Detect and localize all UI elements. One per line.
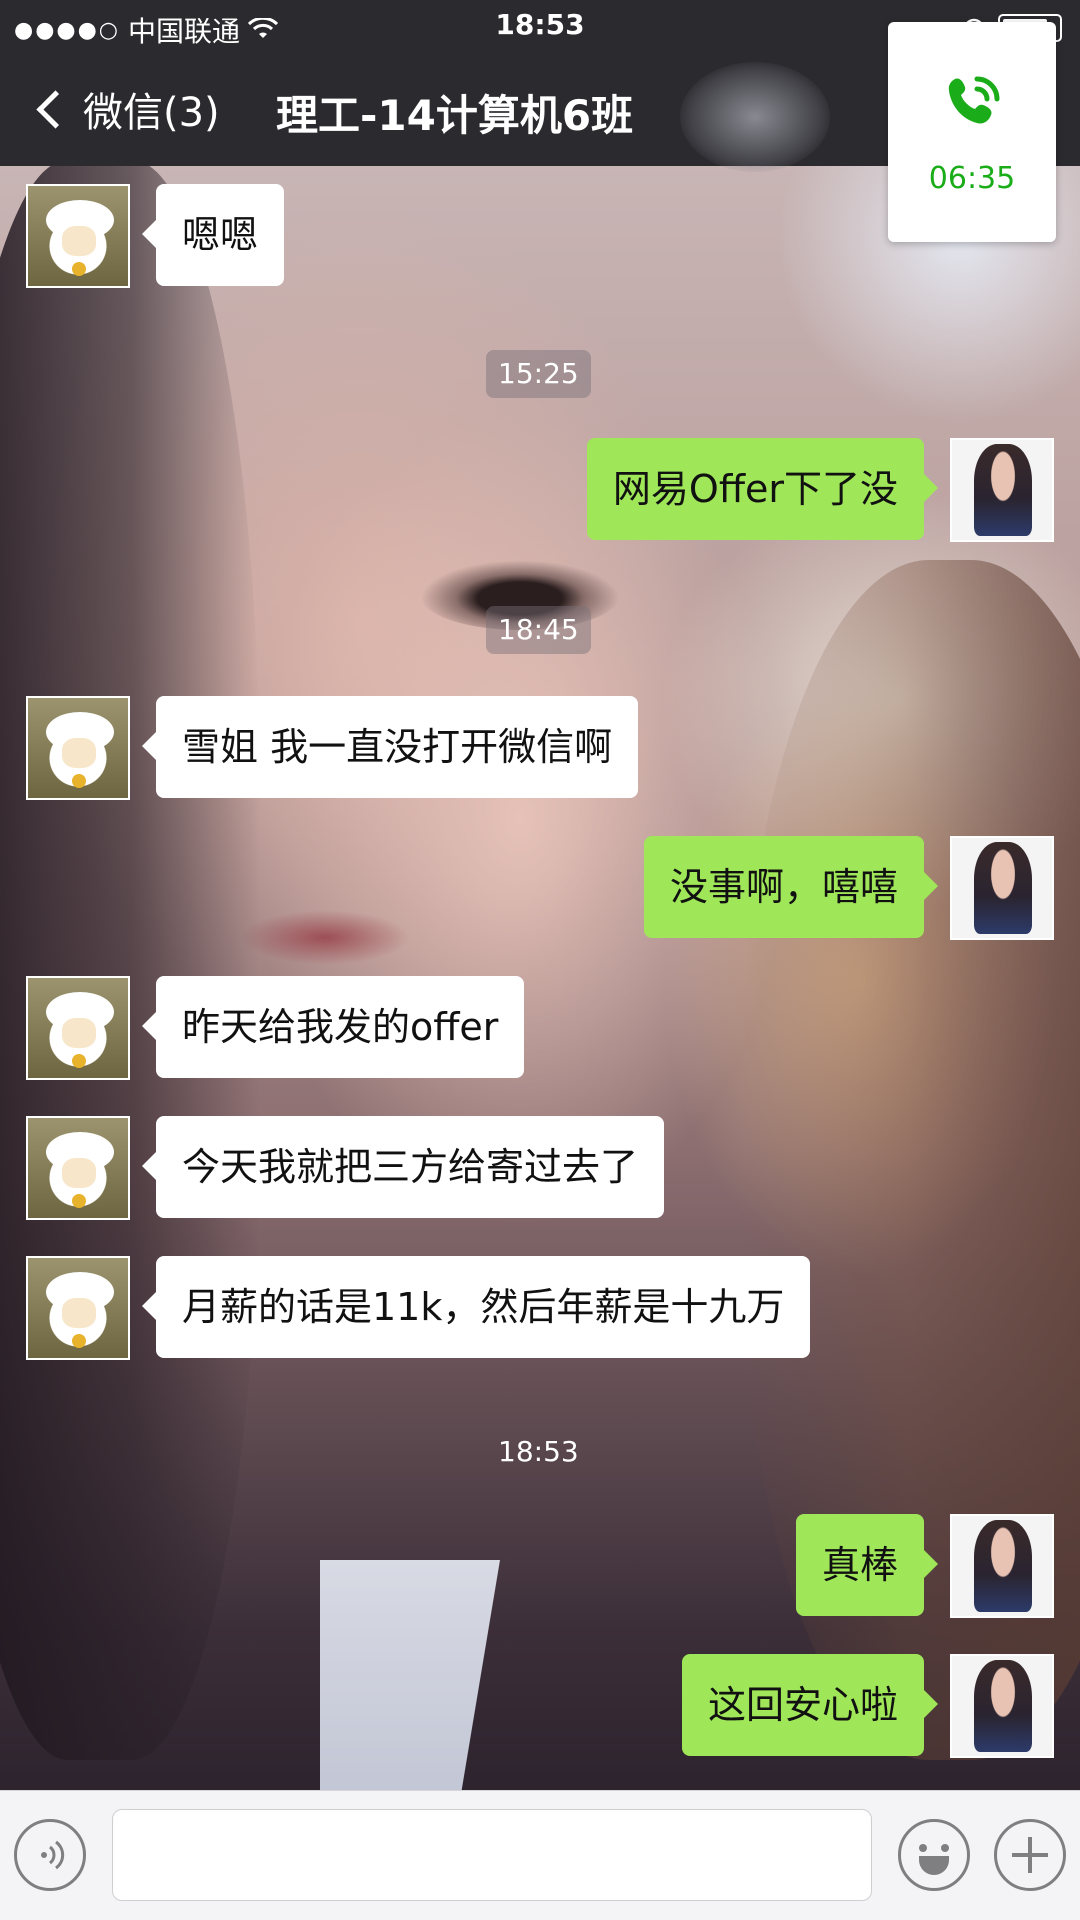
avatar-portrait xyxy=(974,1520,1032,1612)
message-bubble-incoming[interactable]: 昨天给我发的offer xyxy=(141,976,525,1078)
contact-avatar[interactable] xyxy=(26,184,130,288)
back-label: 微信(3) xyxy=(83,90,220,136)
contact-avatar[interactable] xyxy=(26,1256,130,1360)
message-bubble-outgoing[interactable]: 没事啊，嘻嘻 xyxy=(643,836,939,938)
my-avatar[interactable] xyxy=(950,1514,1054,1618)
message-bubble-incoming[interactable]: 嗯嗯 xyxy=(141,184,285,286)
chat-title: 理工-14计算机6班 xyxy=(276,91,634,140)
avatar-portrait xyxy=(974,842,1032,934)
avatar-face xyxy=(62,1018,96,1048)
timestamp: 18:53 xyxy=(498,1435,579,1468)
emoji-icon xyxy=(919,1844,949,1852)
message-bubble-outgoing[interactable]: 这回安心啦 xyxy=(681,1654,939,1756)
avatar-bell xyxy=(72,774,86,788)
avatar-face xyxy=(62,226,96,256)
contact-avatar[interactable] xyxy=(26,976,130,1080)
plus-button[interactable] xyxy=(994,1819,1066,1891)
message-bubble-incoming[interactable]: 今天我就把三方给寄过去了 xyxy=(141,1116,665,1218)
voice-button[interactable] xyxy=(14,1819,86,1891)
timestamp: 15:25 xyxy=(486,350,591,398)
message-bubble-outgoing[interactable]: 网易Offer下了没 xyxy=(586,438,939,540)
voice-icon xyxy=(41,1840,65,1870)
my-avatar[interactable] xyxy=(950,438,1054,542)
chevron-left-icon xyxy=(36,89,75,129)
avatar-bell xyxy=(72,1334,86,1348)
avatar-portrait xyxy=(974,444,1032,536)
message-input[interactable] xyxy=(112,1809,872,1901)
avatar-face xyxy=(62,1158,96,1188)
avatar-face xyxy=(62,738,96,768)
my-avatar[interactable] xyxy=(950,1654,1054,1758)
title-censor-blur xyxy=(680,62,830,172)
avatar-bell xyxy=(72,262,86,276)
input-bar xyxy=(0,1790,1080,1920)
timestamp: 18:45 xyxy=(486,606,591,654)
avatar-bell xyxy=(72,1194,86,1208)
message-list: 嗯嗯 15:25 网易Offer下了没 18:45 雪姐 我一直没打开微信啊 没… xyxy=(0,166,1080,1790)
my-avatar[interactable] xyxy=(950,836,1054,940)
contact-avatar[interactable] xyxy=(26,1116,130,1220)
message-bubble-outgoing[interactable]: 真棒 xyxy=(795,1514,939,1616)
message-bubble-incoming[interactable]: 雪姐 我一直没打开微信啊 xyxy=(141,696,639,798)
avatar-portrait xyxy=(974,1660,1032,1752)
contact-avatar[interactable] xyxy=(26,696,130,800)
wechat-chat-screen: ●●●●○ 中国联通 18:53 微信(3) 理工-14计算机6班 06:35 … xyxy=(0,0,1080,1920)
message-bubble-incoming[interactable]: 月薪的话是11k，然后年薪是十九万 xyxy=(141,1256,811,1358)
phone-call-icon xyxy=(948,76,1000,124)
emoji-button[interactable] xyxy=(898,1819,970,1891)
emoji-mouth xyxy=(919,1856,949,1875)
avatar-face xyxy=(62,1298,96,1328)
avatar-bell xyxy=(72,1054,86,1068)
back-button[interactable]: 微信(3) xyxy=(32,80,220,138)
